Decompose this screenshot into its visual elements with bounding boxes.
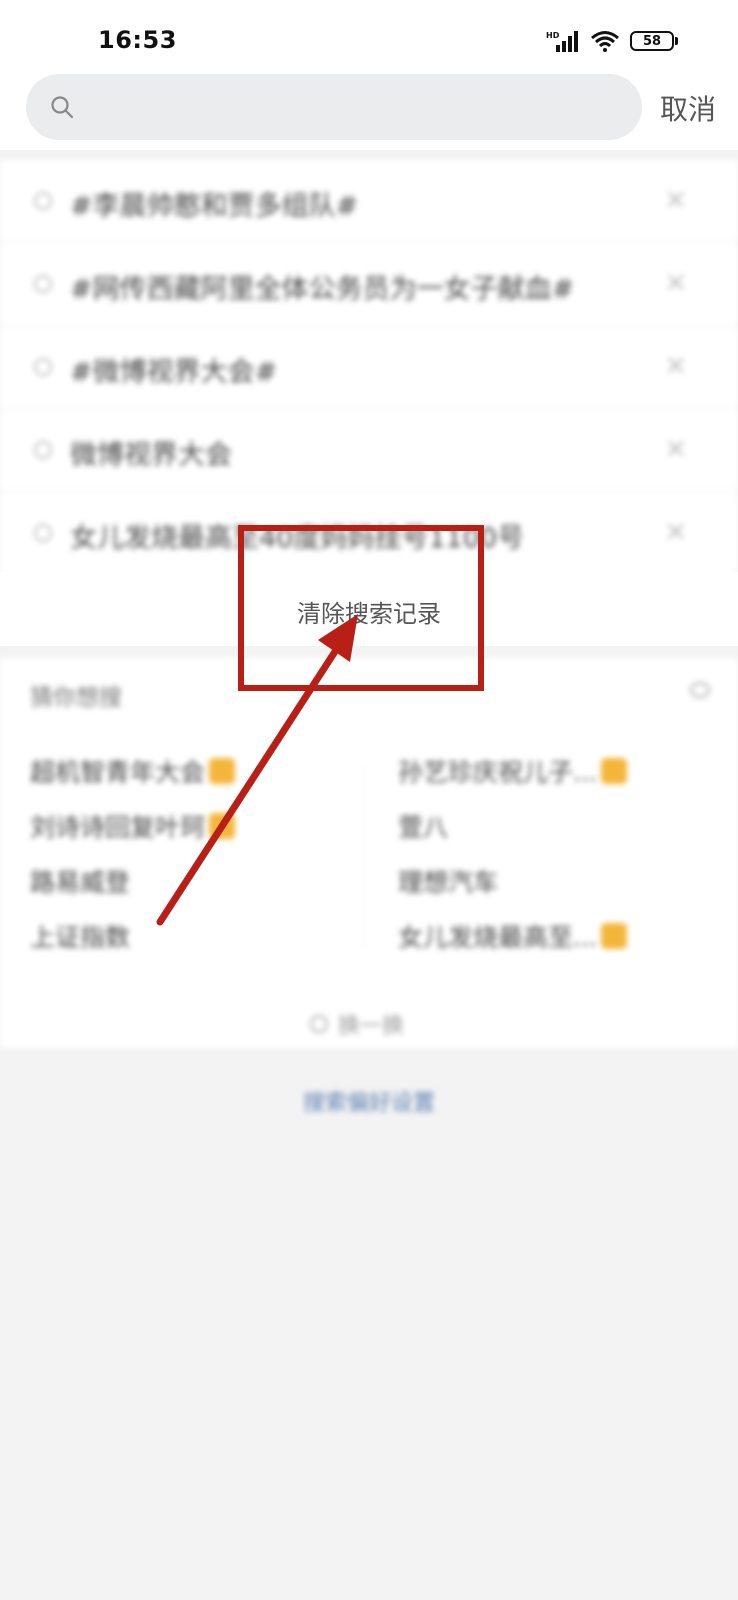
status-icons: HD 58 [546, 30, 678, 52]
search-history: #李晨帅憨和贾多组队# × #网传西藏阿里全体公务员为一女子献血# × #微博视… [0, 160, 738, 575]
guess-title: 猜你想搜 [30, 685, 122, 711]
column-divider [364, 768, 365, 948]
hot-badge-icon [600, 923, 627, 949]
guess-item[interactable]: 女儿发烧最高至... [398, 918, 627, 954]
content-area: #李晨帅憨和贾多组队# × #网传西藏阿里全体公务员为一女子献血# × #微博视… [0, 150, 738, 1600]
history-text: #网传西藏阿里全体公务员为一女子献血# [70, 274, 575, 305]
guess-item[interactable]: 路易威登 [30, 863, 130, 899]
status-time: 16:53 [98, 26, 177, 54]
hot-badge-icon [600, 758, 627, 784]
battery-level: 58 [630, 31, 674, 51]
clock-icon [34, 441, 52, 459]
guess-section: 猜你想搜 超机智青年大会 刘诗诗回复叶珂 路易威登 上证指数 孙艺珍庆祝儿子..… [0, 658, 738, 1048]
refresh-icon [310, 1015, 328, 1033]
guess-item[interactable]: 刘诗诗回复叶珂 [30, 808, 236, 844]
clock-icon [34, 192, 52, 210]
history-item[interactable]: #微博视界大会# × [0, 326, 738, 409]
guess-item[interactable]: 超机智青年大会 [30, 753, 236, 789]
status-bar: 16:53 HD 58 [0, 0, 738, 70]
history-text: 微博视界大会 [70, 440, 232, 471]
search-input[interactable] [26, 74, 642, 140]
annotation-highlight-box [238, 525, 484, 691]
history-item[interactable]: #李晨帅憨和贾多组队# × [0, 160, 738, 243]
guess-item[interactable]: 上证指数 [30, 918, 130, 954]
refresh-button[interactable]: 换一换 [310, 1008, 404, 1040]
hot-badge-icon [209, 758, 236, 784]
guess-item[interactable]: 理想汽车 [398, 863, 498, 899]
history-text: #微博视界大会# [70, 357, 278, 388]
close-icon[interactable]: × [664, 431, 687, 464]
eye-icon[interactable] [690, 682, 710, 698]
search-icon [50, 95, 74, 123]
battery-icon: 58 [630, 31, 678, 51]
signal-icon: HD [546, 30, 580, 52]
wifi-icon [590, 30, 620, 52]
clock-icon [34, 524, 52, 542]
close-icon[interactable]: × [664, 265, 687, 298]
history-item[interactable]: #网传西藏阿里全体公务员为一女子献血# × [0, 243, 738, 326]
network-label: HD [546, 31, 560, 40]
close-icon[interactable]: × [664, 182, 687, 215]
history-text: #李晨帅憨和贾多组队# [70, 191, 359, 222]
close-icon[interactable]: × [664, 514, 687, 547]
cancel-button[interactable]: 取消 [660, 88, 716, 128]
guess-item[interactable]: 萱八 [398, 808, 448, 844]
clock-icon [34, 358, 52, 376]
guess-item[interactable]: 孙艺珍庆祝儿子... [398, 753, 627, 789]
hot-badge-icon [209, 813, 236, 839]
clock-icon [34, 275, 52, 293]
close-icon[interactable]: × [664, 348, 687, 381]
search-row: 取消 [0, 70, 738, 150]
history-item[interactable]: 微博视界大会 × [0, 409, 738, 492]
search-settings-link[interactable]: 搜索偏好设置 [0, 1085, 738, 1117]
